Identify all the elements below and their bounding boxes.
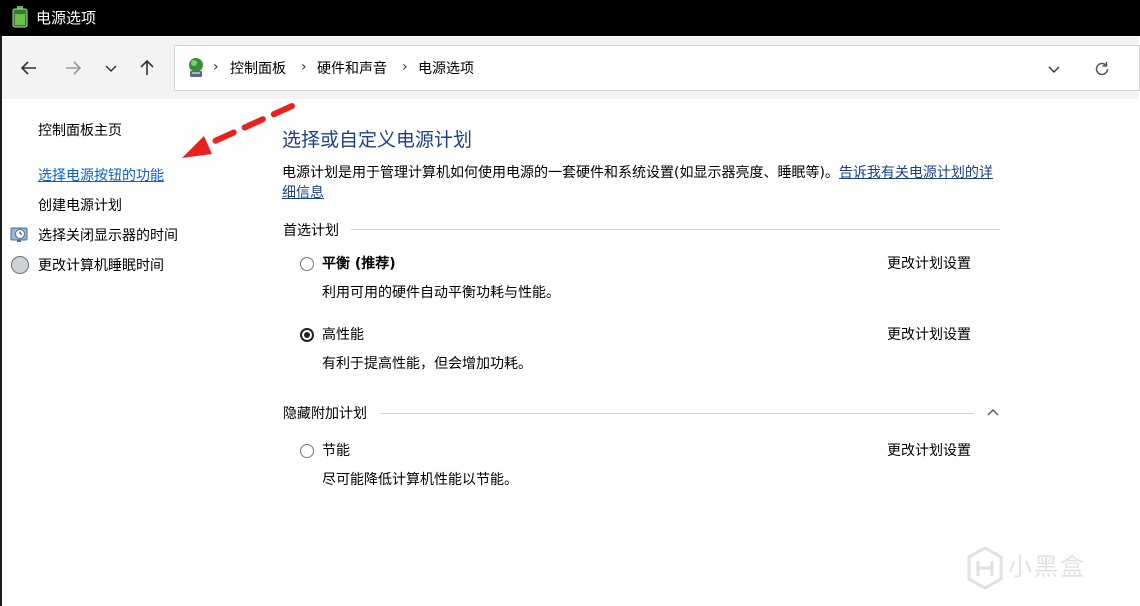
breadcrumb-separator: › — [402, 59, 408, 75]
breadcrumb-item[interactable]: 硬件和声音 — [317, 60, 387, 78]
moon-icon — [11, 256, 29, 274]
window-left-border — [0, 36, 2, 606]
breadcrumb-item[interactable]: 控制面板 — [230, 60, 286, 78]
title-bar: 电源选项 — [0, 0, 1140, 36]
plan-desc-high-performance: 有利于提高性能，但会增加功耗。 — [322, 356, 532, 372]
sidebar-link-display-off-time[interactable]: 选择关闭显示器的时间 — [38, 227, 178, 245]
breadcrumb-item[interactable]: 电源选项 — [418, 60, 474, 78]
forward-button[interactable] — [58, 53, 88, 83]
change-plan-settings-link[interactable]: 更改计划设置 — [887, 326, 971, 344]
hidden-plans-divider — [380, 413, 974, 414]
page-title: 选择或自定义电源计划 — [282, 129, 473, 151]
change-plan-settings-link[interactable]: 更改计划设置 — [887, 442, 971, 460]
hidden-plans-label[interactable]: 隐藏附加计划 — [283, 405, 367, 423]
recent-locations-button[interactable] — [96, 53, 126, 83]
plan-name-balanced[interactable]: 平衡 (推荐) — [322, 255, 396, 273]
sidebar-link-sleep-time[interactable]: 更改计算机睡眠时间 — [38, 257, 164, 275]
arrow-right-icon — [66, 61, 82, 75]
refresh-button[interactable] — [1091, 58, 1113, 80]
plan-radio-balanced[interactable] — [300, 257, 314, 271]
collapse-hidden-plans-button[interactable] — [984, 404, 1002, 422]
watermark-text: 小黑盒 — [1008, 553, 1086, 581]
chevron-down-icon — [1048, 66, 1060, 73]
description-text: 电源计划是用于管理计算机如何使用电源的一套硬件和系统设置(如显示器亮度、睡眠等)… — [282, 165, 839, 181]
chevron-up-icon — [987, 409, 999, 416]
plan-radio-high-performance[interactable] — [300, 328, 314, 342]
arrow-up-icon — [140, 59, 154, 75]
back-button[interactable] — [14, 53, 44, 83]
breadcrumb-separator: › — [301, 59, 307, 75]
sidebar-link-power-buttons[interactable]: 选择电源按钮的功能 — [38, 167, 164, 185]
xiaoheihe-logo-icon — [967, 546, 1003, 590]
watermark: 小黑盒 — [966, 546, 1116, 592]
plan-name-high-performance[interactable]: 高性能 — [322, 326, 364, 344]
battery-icon — [12, 6, 28, 28]
window-title: 电源选项 — [36, 9, 97, 27]
breadcrumb-separator: › — [213, 59, 219, 75]
sidebar-link-create-plan[interactable]: 创建电源计划 — [38, 197, 122, 215]
plan-desc-power-saver: 尽可能降低计算机性能以节能。 — [322, 472, 518, 488]
control-panel-icon — [189, 58, 203, 77]
page-description: 电源计划是用于管理计算机如何使用电源的一套硬件和系统设置(如显示器亮度、睡眠等)… — [282, 163, 1002, 203]
arrow-left-icon — [20, 61, 36, 75]
chevron-down-icon — [105, 65, 117, 73]
change-plan-settings-link[interactable]: 更改计划设置 — [887, 255, 971, 273]
preferred-plans-label: 首选计划 — [283, 223, 339, 239]
plan-radio-power-saver[interactable] — [300, 444, 314, 458]
address-history-button[interactable] — [1043, 58, 1065, 80]
plan-name-power-saver[interactable]: 节能 — [322, 442, 350, 460]
up-button[interactable] — [132, 53, 162, 83]
address-bar[interactable]: › 控制面板 › 硬件和声音 › 电源选项 — [174, 45, 1140, 91]
plan-desc-balanced: 利用可用的硬件自动平衡功耗与性能。 — [322, 285, 560, 301]
monitor-clock-icon — [10, 227, 28, 242]
refresh-icon — [1095, 62, 1109, 76]
preferred-plans-divider — [351, 229, 1000, 230]
annotation-arrow — [182, 103, 295, 158]
sidebar-home-link[interactable]: 控制面板主页 — [38, 122, 122, 140]
